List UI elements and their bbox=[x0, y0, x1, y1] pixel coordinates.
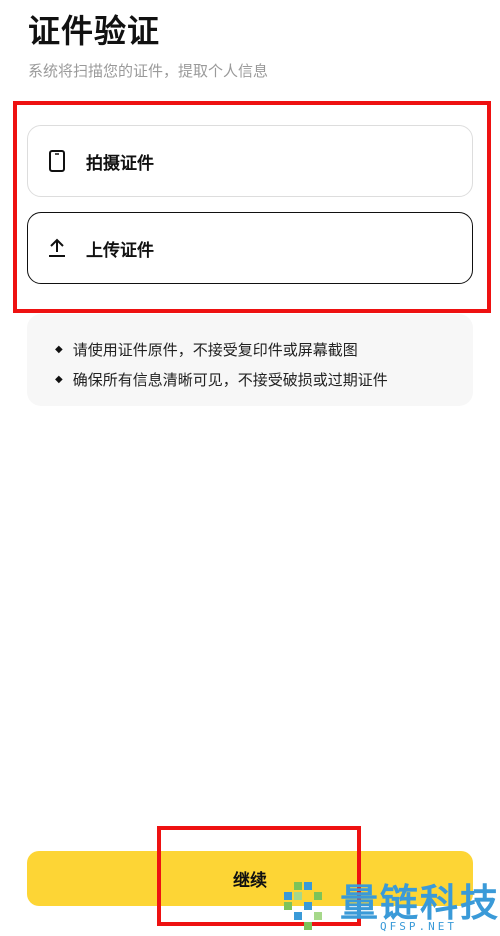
tip-item: ◆ 请使用证件原件，不接受复印件或屏幕截图 bbox=[55, 334, 473, 364]
page-subtitle: 系统将扫描您的证件，提取个人信息 bbox=[28, 62, 269, 80]
watermark-text: 量链科技 bbox=[340, 881, 500, 925]
bullet-icon: ◆ bbox=[55, 343, 63, 355]
tips-panel: ◆ 请使用证件原件，不接受复印件或屏幕截图 ◆ 确保所有信息清晰可见，不接受破损… bbox=[27, 314, 473, 406]
options-highlight-frame bbox=[13, 101, 491, 313]
watermark-logo-icon bbox=[284, 882, 322, 930]
watermark: 量链科技 QFSP.NET bbox=[280, 872, 500, 936]
tip-text: 请使用证件原件，不接受复印件或屏幕截图 bbox=[72, 340, 358, 359]
tip-item: ◆ 确保所有信息清晰可见，不接受破损或过期证件 bbox=[55, 364, 473, 394]
tip-text: 确保所有信息清晰可见，不接受破损或过期证件 bbox=[72, 370, 388, 389]
watermark-subtext: QFSP.NET bbox=[380, 920, 457, 933]
bullet-icon: ◆ bbox=[55, 373, 63, 385]
page-title: 证件验证 bbox=[28, 12, 161, 50]
